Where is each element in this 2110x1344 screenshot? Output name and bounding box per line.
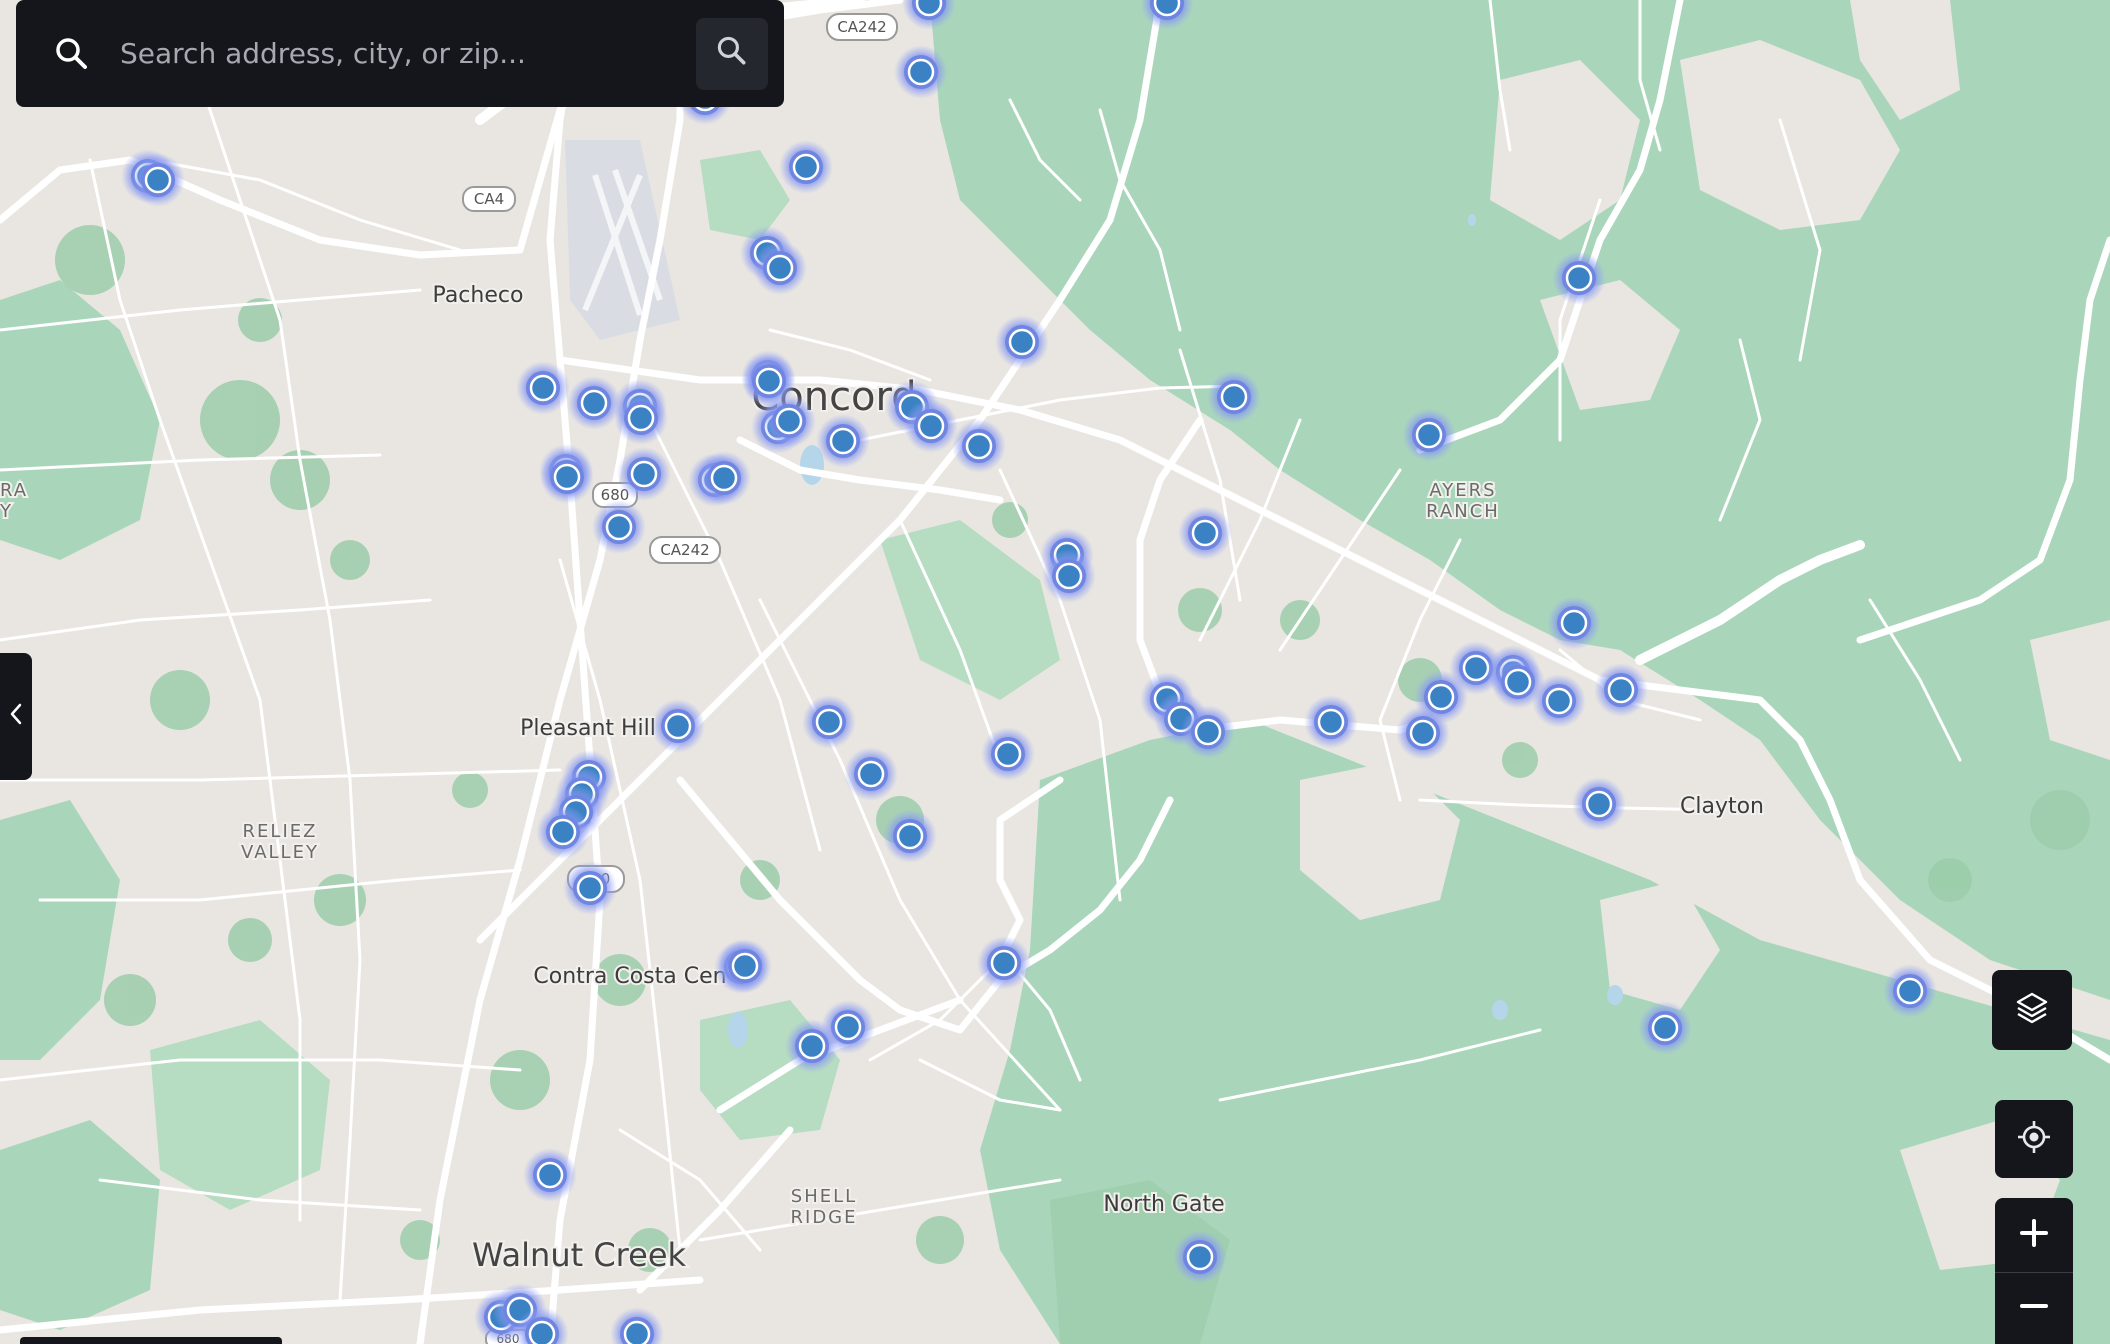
listing-marker[interactable] xyxy=(844,747,898,801)
listing-marker[interactable] xyxy=(536,805,590,859)
label-walnut-creek: Walnut Creek xyxy=(472,1236,687,1274)
label-clayton: Clayton xyxy=(1680,794,1764,819)
plus-icon xyxy=(2019,1218,2049,1253)
listing-marker[interactable] xyxy=(617,447,671,501)
label-y: Y xyxy=(0,501,13,522)
listing-marker[interactable] xyxy=(567,376,621,430)
label-valley: VALLEY xyxy=(241,842,319,863)
label-ayers: AYERS xyxy=(1429,480,1496,501)
listing-marker[interactable] xyxy=(1178,506,1232,560)
listing-marker[interactable] xyxy=(131,153,185,207)
listing-marker[interactable] xyxy=(981,727,1035,781)
search-bar xyxy=(16,0,784,107)
listing-marker[interactable] xyxy=(816,414,870,468)
search-submit-button[interactable] xyxy=(696,17,768,90)
shield-ca242-top: CA242 xyxy=(837,18,886,36)
listing-marker[interactable] xyxy=(1547,596,1601,650)
label-ridge: RIDGE xyxy=(791,1207,858,1228)
zoom-out-button[interactable] xyxy=(1995,1273,2073,1344)
label-contra-costa: Contra Costa Cen xyxy=(533,964,726,989)
listing-marker[interactable] xyxy=(1304,695,1358,749)
listing-marker[interactable] xyxy=(802,695,856,749)
listing-marker[interactable] xyxy=(1402,408,1456,462)
label-pacheco: Pacheco xyxy=(433,283,524,308)
listing-marker[interactable] xyxy=(697,451,751,505)
listing-marker[interactable] xyxy=(540,450,594,504)
label-shell: SHELL xyxy=(791,1186,857,1207)
listing-marker[interactable] xyxy=(1638,1001,1692,1055)
label-ra: RA xyxy=(0,480,28,501)
listing-marker[interactable] xyxy=(977,936,1031,990)
listing-marker[interactable] xyxy=(1883,964,1937,1018)
listing-marker[interactable] xyxy=(1042,549,1096,603)
layers-button[interactable] xyxy=(1992,970,2072,1050)
layers-icon xyxy=(2014,990,2050,1031)
shield-ca4: CA4 xyxy=(474,190,504,208)
label-ranch: RANCH xyxy=(1426,501,1500,522)
map-canvas[interactable]: CA242 CA4 680 CA242 680 680 Concord Pach… xyxy=(0,0,2110,1344)
listing-marker[interactable] xyxy=(592,500,646,554)
listing-marker[interactable] xyxy=(952,419,1006,473)
crosshair-icon xyxy=(2015,1118,2053,1161)
zoom-in-button[interactable] xyxy=(1995,1198,2073,1272)
listing-marker[interactable] xyxy=(883,809,937,863)
chevron-left-icon xyxy=(8,701,24,732)
listing-marker[interactable] xyxy=(651,699,705,753)
locate-me-button[interactable] xyxy=(1995,1100,2073,1178)
listing-marker[interactable] xyxy=(1181,705,1235,759)
listing-marker[interactable] xyxy=(762,394,816,448)
sidebar-toggle-button[interactable] xyxy=(0,653,32,780)
listing-marker[interactable] xyxy=(904,399,958,453)
listing-marker[interactable] xyxy=(1396,706,1450,760)
listing-marker[interactable] xyxy=(1552,251,1606,305)
label-pleasant-hill: Pleasant Hill xyxy=(520,716,656,741)
listing-marker[interactable] xyxy=(785,1019,839,1073)
listing-marker[interactable] xyxy=(516,361,570,415)
search-input[interactable] xyxy=(118,22,696,85)
listing-marker[interactable] xyxy=(779,140,833,194)
listing-marker[interactable] xyxy=(1532,674,1586,728)
listing-marker[interactable] xyxy=(894,45,948,99)
search-icon xyxy=(52,34,92,74)
minus-icon xyxy=(2019,1291,2049,1326)
bottom-panel-edge xyxy=(20,1337,282,1344)
listing-marker[interactable] xyxy=(718,939,772,993)
listing-marker[interactable] xyxy=(614,391,668,445)
listing-marker[interactable] xyxy=(523,1148,577,1202)
label-north-gate: North Gate xyxy=(1103,1192,1224,1217)
listing-marker[interactable] xyxy=(1572,777,1626,831)
listing-marker[interactable] xyxy=(753,241,807,295)
listing-marker[interactable] xyxy=(563,861,617,915)
listing-marker[interactable] xyxy=(995,315,1049,369)
search-submit-icon xyxy=(714,33,750,74)
listing-marker[interactable] xyxy=(1173,1230,1227,1284)
label-reliez: RELIEZ xyxy=(243,821,318,842)
listing-marker[interactable] xyxy=(1594,663,1648,717)
listing-marker[interactable] xyxy=(1207,370,1261,424)
shield-ca242-mid: CA242 xyxy=(660,541,709,559)
